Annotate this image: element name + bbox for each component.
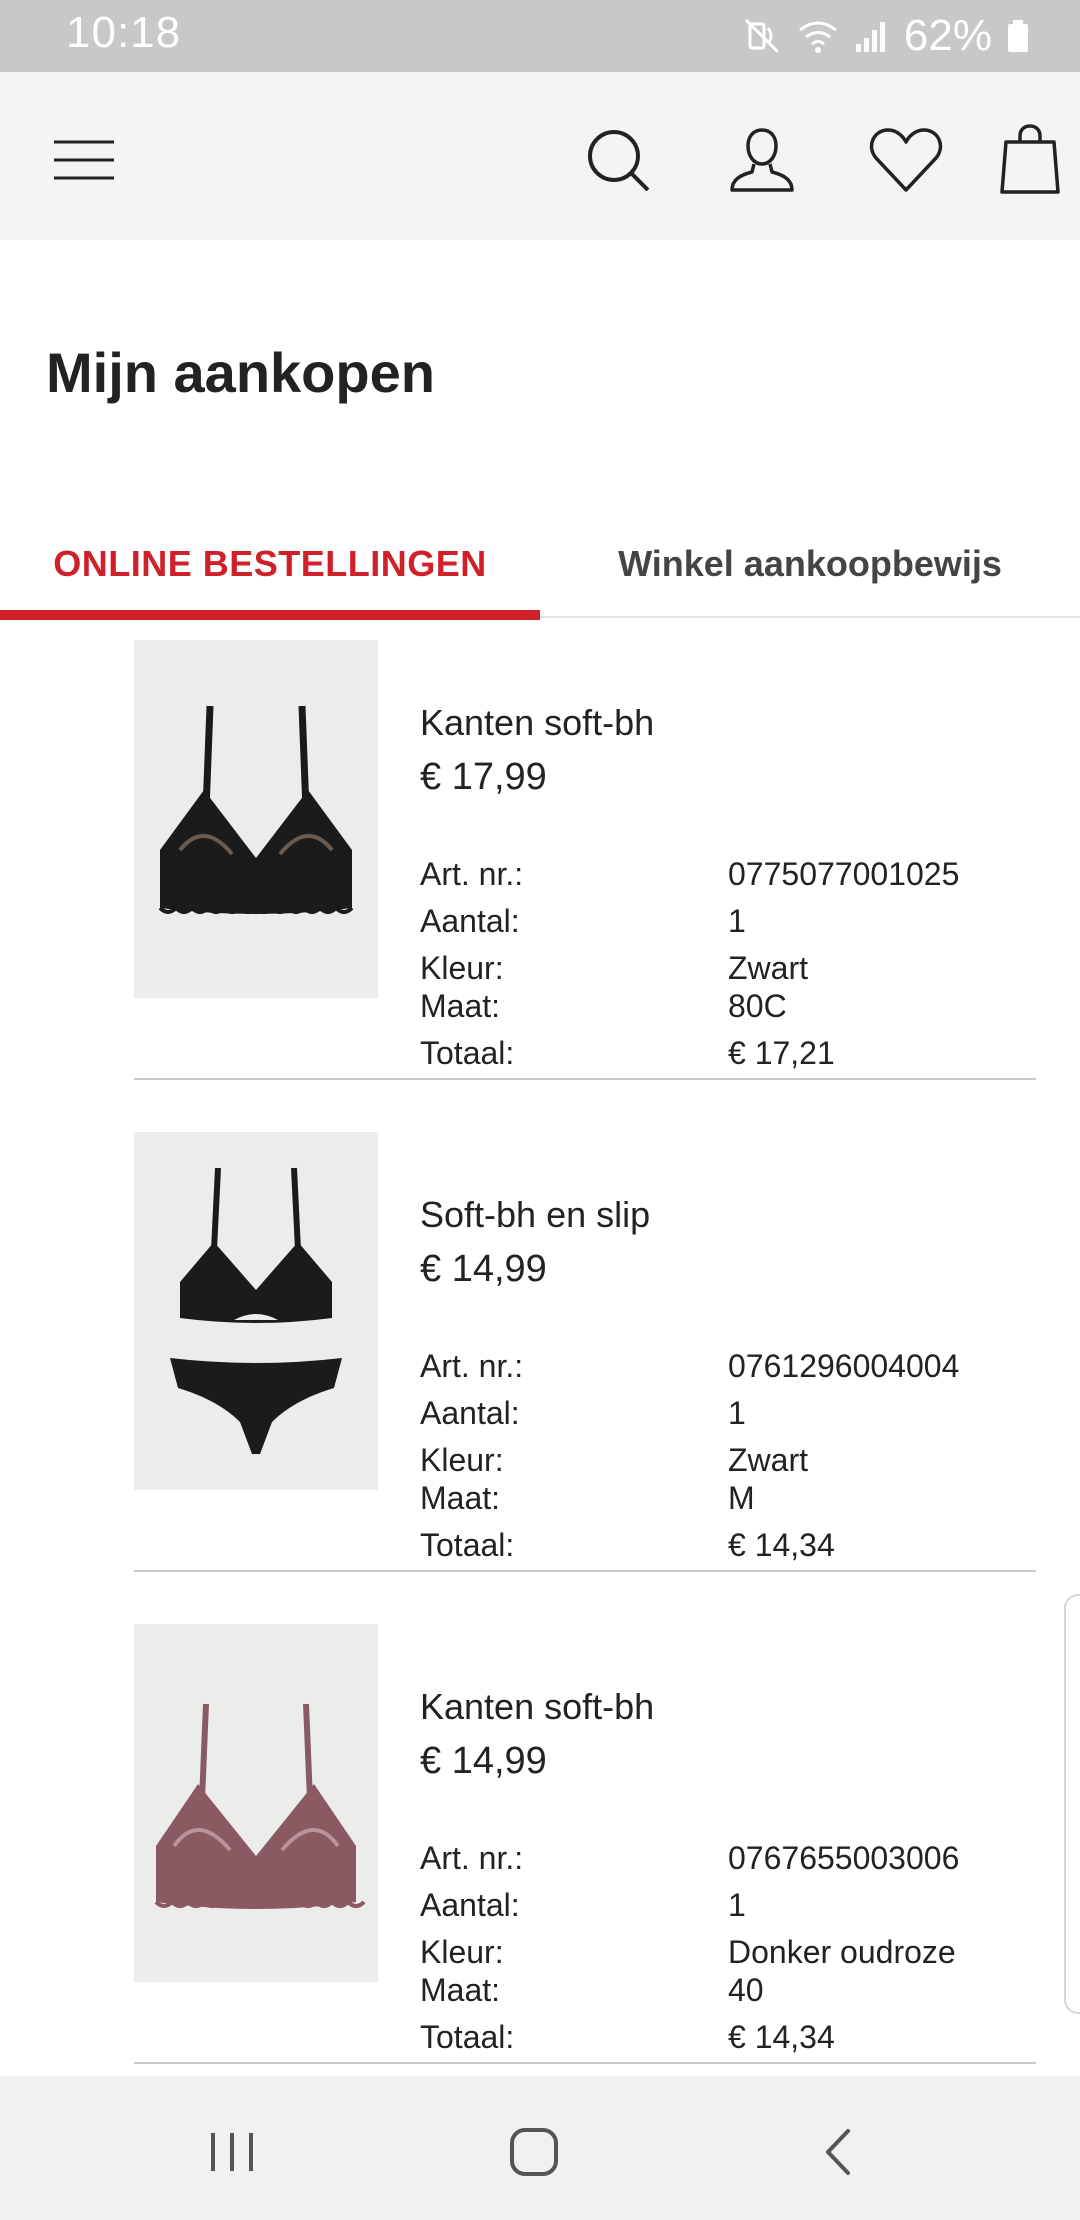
color-value: Zwart xyxy=(728,950,808,986)
product-name: Kanten soft-bh xyxy=(420,1686,655,1727)
mute-icon xyxy=(742,16,782,56)
status-time: 10:18 xyxy=(66,8,182,57)
product-name: Kanten soft-bh xyxy=(420,702,655,743)
home-icon[interactable] xyxy=(494,2112,574,2192)
product-price: € 14,99 xyxy=(420,1248,547,1290)
art-nr-value: 0775077001025 xyxy=(728,856,960,892)
product-name: Soft-bh en slip xyxy=(420,1194,651,1235)
quantity-label: Aantal: xyxy=(420,1395,520,1431)
size-value: 40 xyxy=(728,1972,764,2008)
menu-icon[interactable] xyxy=(44,120,124,200)
order-item[interactable]: Kanten soft-bh € 14,99 Art. nr.: 07676550… xyxy=(134,1604,1036,2064)
order-item[interactable]: Kanten soft-bh € 17,99 Art. nr.: 07750770… xyxy=(134,620,1036,1080)
back-icon[interactable] xyxy=(798,2112,878,2192)
product-image[interactable] xyxy=(134,1624,378,1982)
page-title: Mijn aankopen xyxy=(46,341,435,404)
color-label: Kleur: xyxy=(420,1442,504,1478)
account-icon[interactable] xyxy=(722,120,802,200)
product-image[interactable] xyxy=(134,640,378,998)
product-price: € 17,99 xyxy=(420,756,547,798)
size-value: 80C xyxy=(728,988,787,1024)
battery-icon xyxy=(1006,16,1030,56)
scroll-handle[interactable] xyxy=(1064,1594,1080,2014)
product-image[interactable] xyxy=(134,1132,378,1490)
signal-icon xyxy=(854,16,890,56)
size-label: Maat: xyxy=(420,1972,501,2008)
quantity-value: 1 xyxy=(728,1887,746,1923)
tab-online-orders[interactable]: ONLINE BESTELLINGEN xyxy=(0,510,540,620)
order-item[interactable]: Soft-bh en slip € 14,99 Art. nr.: 0761296… xyxy=(134,1112,1036,1572)
total-label: Totaal: xyxy=(420,2019,515,2055)
total-value: € 14,34 xyxy=(728,1527,835,1563)
favorites-icon[interactable] xyxy=(866,120,946,200)
art-nr-value: 0761296004004 xyxy=(728,1348,960,1384)
shopping-bag-icon[interactable] xyxy=(990,120,1070,200)
tab-store-receipts[interactable]: Winkel aankoopbewijs xyxy=(540,510,1080,618)
color-label: Kleur: xyxy=(420,1934,504,1970)
quantity-label: Aantal: xyxy=(420,903,520,939)
tab-online-orders-label: ONLINE BESTELLINGEN xyxy=(53,543,487,584)
total-value: € 17,21 xyxy=(728,1035,835,1071)
search-icon[interactable] xyxy=(578,120,658,200)
wifi-icon xyxy=(796,16,840,56)
active-tab-indicator xyxy=(0,610,540,620)
size-label: Maat: xyxy=(420,1480,501,1516)
total-label: Totaal: xyxy=(420,1527,515,1563)
status-bar: 10:18 62% xyxy=(0,0,1080,72)
quantity-label: Aantal: xyxy=(420,1887,520,1923)
size-label: Maat: xyxy=(420,988,501,1024)
art-nr-label: Art. nr.: xyxy=(420,1840,524,1876)
color-value: Donker oudroze xyxy=(728,1934,956,1970)
status-indicators: 62% xyxy=(742,10,1030,62)
size-value: M xyxy=(728,1480,755,1516)
art-nr-label: Art. nr.: xyxy=(420,856,524,892)
total-label: Totaal: xyxy=(420,1035,515,1071)
color-value: Zwart xyxy=(728,1442,808,1478)
total-value: € 14,34 xyxy=(728,2019,835,2055)
art-nr-label: Art. nr.: xyxy=(420,1348,524,1384)
color-label: Kleur: xyxy=(420,950,504,986)
purchases-tabs: ONLINE BESTELLINGEN Winkel aankoopbewijs xyxy=(0,510,1080,620)
quantity-value: 1 xyxy=(728,903,746,939)
quantity-value: 1 xyxy=(728,1395,746,1431)
system-nav-bar xyxy=(0,2076,1080,2220)
app-header xyxy=(0,72,1080,240)
art-nr-value: 0767655003006 xyxy=(728,1840,960,1876)
recent-apps-icon[interactable] xyxy=(192,2112,272,2192)
battery-percentage: 62% xyxy=(903,11,992,60)
product-price: € 14,99 xyxy=(420,1740,547,1782)
tab-store-receipts-label: Winkel aankoopbewijs xyxy=(618,543,1002,584)
